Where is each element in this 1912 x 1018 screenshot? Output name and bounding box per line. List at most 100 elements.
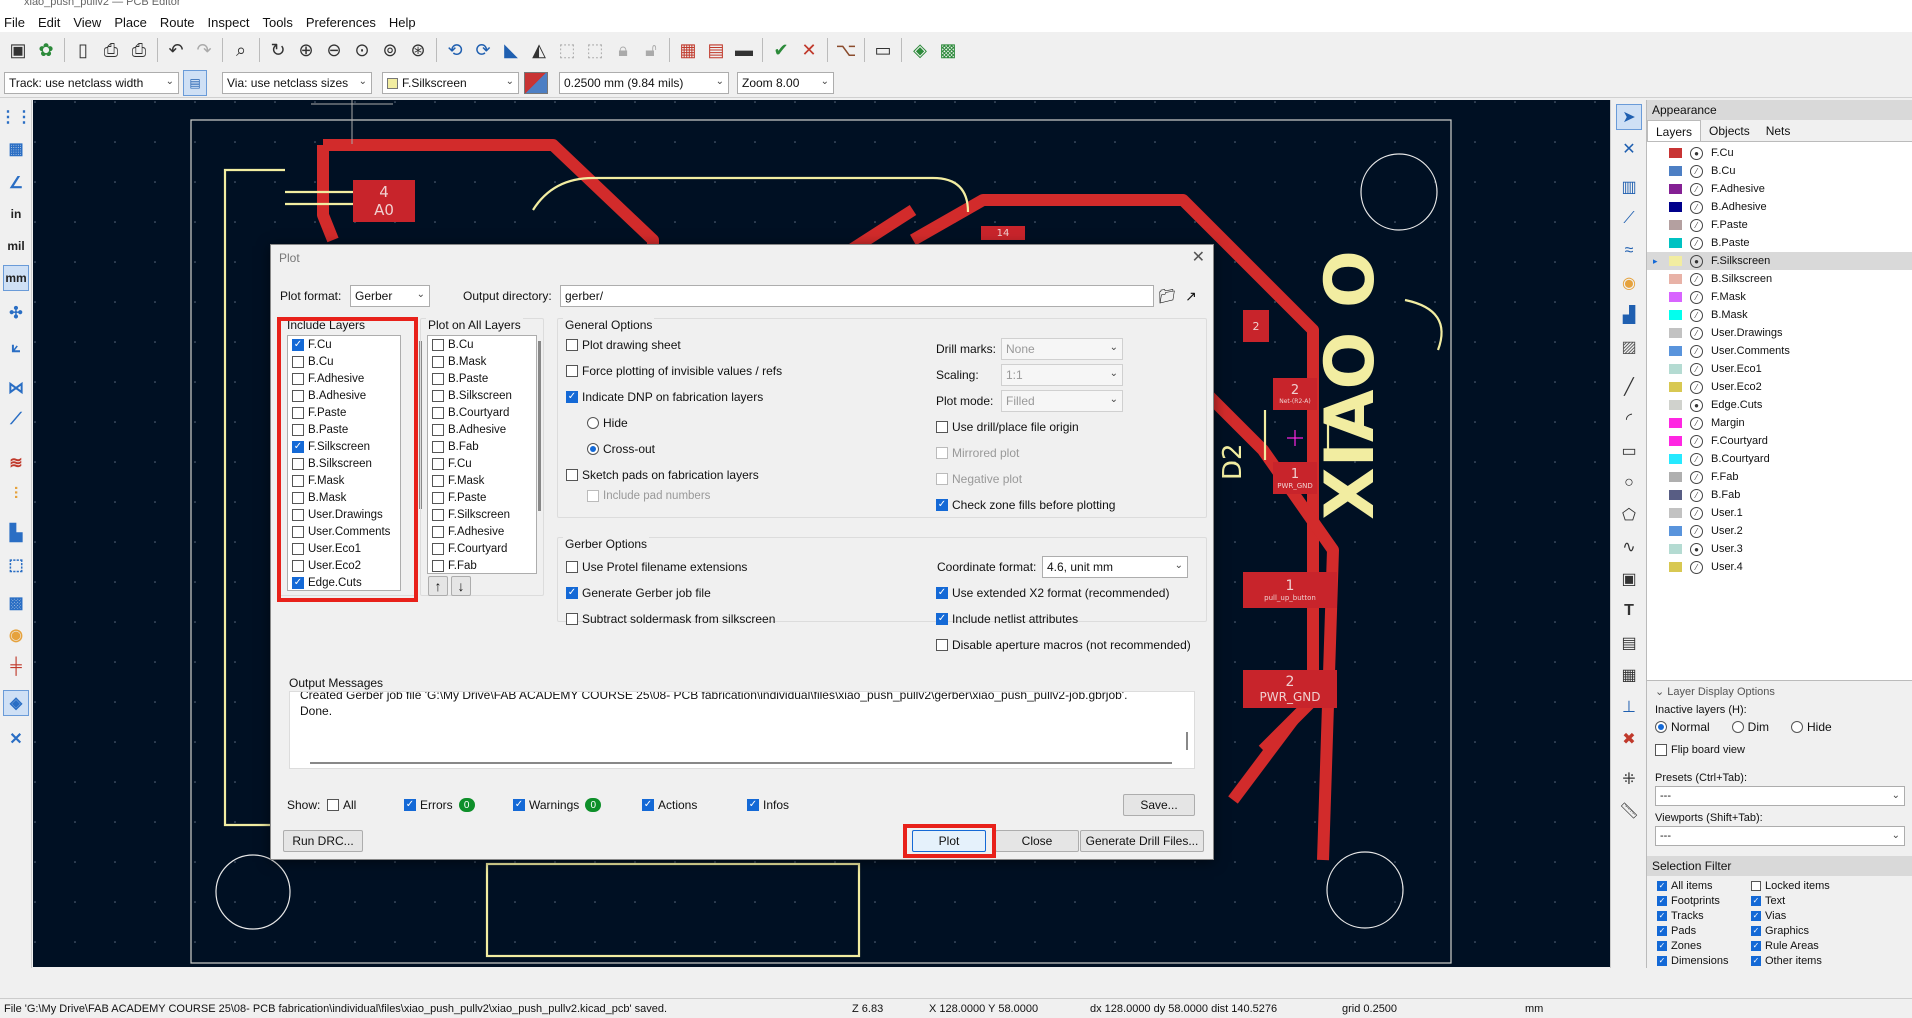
include-layer-item[interactable]: User.Comments xyxy=(288,523,400,540)
rotate-cw-icon[interactable]: ⟳ xyxy=(469,36,497,64)
ratsnest-icon[interactable]: ⋈ xyxy=(3,375,29,401)
show-infos-checkbox[interactable]: ✓ Infos xyxy=(747,798,789,812)
units-mil-button[interactable]: mil xyxy=(3,233,29,259)
selection-filter-dimensions-checkbox[interactable]: ✓ Dimensions xyxy=(1657,955,1728,967)
zoom-in-icon[interactable]: ⊕ xyxy=(292,36,320,64)
include-layer-item[interactable]: B.Mask xyxy=(288,489,400,506)
footprint-library-icon[interactable]: ▤ xyxy=(702,36,730,64)
units-mm-button[interactable]: mm xyxy=(3,265,29,291)
ungroup-icon[interactable]: ⬚ xyxy=(581,36,609,64)
layer-row-f-mask[interactable]: ⁄ F.Mask xyxy=(1647,288,1912,306)
show-actions-checkbox[interactable]: ✓ Actions xyxy=(642,798,697,812)
layer-color-swatch[interactable] xyxy=(1669,472,1682,482)
drc-check-icon[interactable]: ✕ xyxy=(795,36,823,64)
select-arrow-icon[interactable]: ➤ xyxy=(1616,104,1642,130)
viewports-select[interactable]: --- ⌄ xyxy=(1655,826,1905,846)
auto-track-width-icon[interactable]: ▤ xyxy=(183,70,207,96)
pad-pull-up-button[interactable]: 1 pull_up_button xyxy=(1243,572,1337,608)
layer-color-swatch[interactable] xyxy=(1669,328,1682,338)
layer-color-swatch[interactable] xyxy=(1669,508,1682,518)
inactive-dim-radio[interactable]: Dim xyxy=(1731,720,1769,734)
eye-hidden-icon[interactable]: ⁄ xyxy=(1690,488,1703,502)
layer-row-margin[interactable]: ⁄ Margin xyxy=(1647,414,1912,432)
draw-rectangle-icon[interactable]: ▭ xyxy=(1616,438,1642,464)
plot-mode-select[interactable]: Filled ⌄ xyxy=(1001,390,1123,412)
layer-color-swatch[interactable] xyxy=(1669,418,1682,428)
pad-r2-a[interactable]: 2 Net-(R2-A) xyxy=(1273,378,1317,410)
delete-tool-icon[interactable]: ✖ xyxy=(1616,726,1642,752)
protel-extensions-checkbox[interactable]: Use Protel filename extensions xyxy=(566,560,747,574)
draw-bezier-icon[interactable]: ∿ xyxy=(1616,534,1642,560)
lock-icon[interactable]: 🔒︎ xyxy=(609,36,637,64)
grid-overrides-icon[interactable]: ▦ xyxy=(3,136,29,162)
include-pad-numbers-checkbox[interactable]: Include pad numbers xyxy=(587,490,710,502)
selection-filter-vias-checkbox[interactable]: ✓ Vias xyxy=(1751,910,1786,922)
footprint-editor-icon[interactable]: ▬ xyxy=(730,36,758,64)
menu-view[interactable]: View xyxy=(73,15,101,30)
generate-drill-files-button[interactable]: Generate Drill Files... xyxy=(1080,830,1204,852)
rotate-ccw-icon[interactable]: ⟲ xyxy=(441,36,469,64)
selection-filter-locked-items-checkbox[interactable]: Locked items xyxy=(1751,880,1830,892)
layer-color-swatch[interactable] xyxy=(1669,292,1682,302)
plot-all-layer-item[interactable]: F.Paste xyxy=(428,489,536,506)
properties-panel-icon[interactable]: ✕ xyxy=(3,726,29,752)
print-icon[interactable]: ⎙ xyxy=(97,36,125,64)
layer-row-user-comments[interactable]: ⁄ User.Comments xyxy=(1647,342,1912,360)
layer-row-user-4[interactable]: ⁄ User.4 xyxy=(1647,558,1912,576)
add-text-icon[interactable]: T xyxy=(1616,598,1642,624)
layer-row-b-fab[interactable]: ⁄ B.Fab xyxy=(1647,486,1912,504)
eye-hidden-icon[interactable]: ⁄ xyxy=(1690,560,1703,574)
selection-filter-all-items-checkbox[interactable]: ✓ All items xyxy=(1657,880,1713,892)
layer-row-user-eco1[interactable]: ⁄ User.Eco1 xyxy=(1647,360,1912,378)
pad-small[interactable]: 2 xyxy=(1243,310,1269,342)
draw-polygon-icon[interactable]: ⬠ xyxy=(1616,502,1642,528)
find-icon[interactable]: ⌕ xyxy=(227,36,255,64)
flip-vertical-icon[interactable]: ◣ xyxy=(497,36,525,64)
layer-row-f-adhesive[interactable]: ⁄ F.Adhesive xyxy=(1647,180,1912,198)
menu-file[interactable]: File xyxy=(4,15,25,30)
eye-icon[interactable]: ● xyxy=(1690,398,1703,412)
selection-filter-graphics-checkbox[interactable]: ✓ Graphics xyxy=(1751,925,1809,937)
route-diff-pair-icon[interactable]: ≈ xyxy=(1616,238,1642,264)
plot-icon[interactable]: ⎙ xyxy=(125,36,153,64)
disable-aperture-macros-checkbox[interactable]: Disable aperture macros (not recommended… xyxy=(936,638,1191,652)
zoom-out-icon[interactable]: ⊖ xyxy=(320,36,348,64)
plot-all-layer-item[interactable]: F.Courtyard xyxy=(428,540,536,557)
layer-color-swatch[interactable] xyxy=(1669,274,1682,284)
pad-pwr-gnd-2[interactable]: 2 PWR_GND xyxy=(1243,670,1337,708)
plot-all-layers-scrollbar[interactable] xyxy=(538,341,541,511)
zone-display-icon[interactable]: ▙ xyxy=(3,520,29,546)
layer-row-b-courtyard[interactable]: ⁄ B.Courtyard xyxy=(1647,450,1912,468)
output-messages-box[interactable]: Created Gerber job file 'G:\My Drive\FAB… xyxy=(289,691,1195,769)
close-button[interactable]: Close xyxy=(995,830,1079,852)
draw-circle-icon[interactable]: ○ xyxy=(1616,470,1642,496)
add-textbox-icon[interactable]: ▤ xyxy=(1616,630,1642,656)
group-icon[interactable]: ⬚ xyxy=(553,36,581,64)
track-width-select[interactable]: Track: use netclass width ⌄ xyxy=(4,72,179,94)
drill-marks-select[interactable]: None ⌄ xyxy=(1001,338,1123,360)
layer-row-b-cu[interactable]: ⁄ B.Cu xyxy=(1647,162,1912,180)
show-errors-checkbox[interactable]: ✓ Errors 0 xyxy=(404,798,475,812)
add-footprint-icon[interactable]: ▥ xyxy=(1616,174,1642,200)
selection-filter-footprints-checkbox[interactable]: ✓ Footprints xyxy=(1657,895,1720,907)
layer-color-swatch[interactable] xyxy=(1669,526,1682,536)
add-zone-icon[interactable]: ▟ xyxy=(1616,302,1642,328)
show-warnings-checkbox[interactable]: ✓ Warnings 0 xyxy=(513,798,602,812)
extended-x2-checkbox[interactable]: ✓ Use extended X2 format (recommended) xyxy=(936,586,1169,600)
eye-hidden-icon[interactable]: ⁄ xyxy=(1690,164,1703,178)
dnp-crossout-radio[interactable]: Cross-out xyxy=(587,442,655,456)
negative-plot-checkbox[interactable]: Negative plot xyxy=(936,472,1022,486)
menu-inspect[interactable]: Inspect xyxy=(208,15,250,30)
include-layer-item[interactable]: B.Adhesive xyxy=(288,387,400,404)
draw-line-icon[interactable]: ╱ xyxy=(1616,374,1642,400)
include-layer-item[interactable]: B.Cu xyxy=(288,353,400,370)
draw-arc-icon[interactable]: ◜ xyxy=(1616,406,1642,432)
plot-all-layer-item[interactable]: B.Mask xyxy=(428,353,536,370)
zoom-select[interactable]: Zoom 8.00 ⌄ xyxy=(737,72,834,94)
netlist-update-icon[interactable]: ▦ xyxy=(674,36,702,64)
layer-color-swatch[interactable] xyxy=(1669,256,1682,266)
zoom-objects-icon[interactable]: ⊚ xyxy=(376,36,404,64)
layer-pair-icon[interactable] xyxy=(524,72,548,94)
layer-row-f-silkscreen[interactable]: ▸ ● F.Silkscreen xyxy=(1647,252,1912,270)
run-drc-button[interactable]: Run DRC... xyxy=(283,830,363,852)
